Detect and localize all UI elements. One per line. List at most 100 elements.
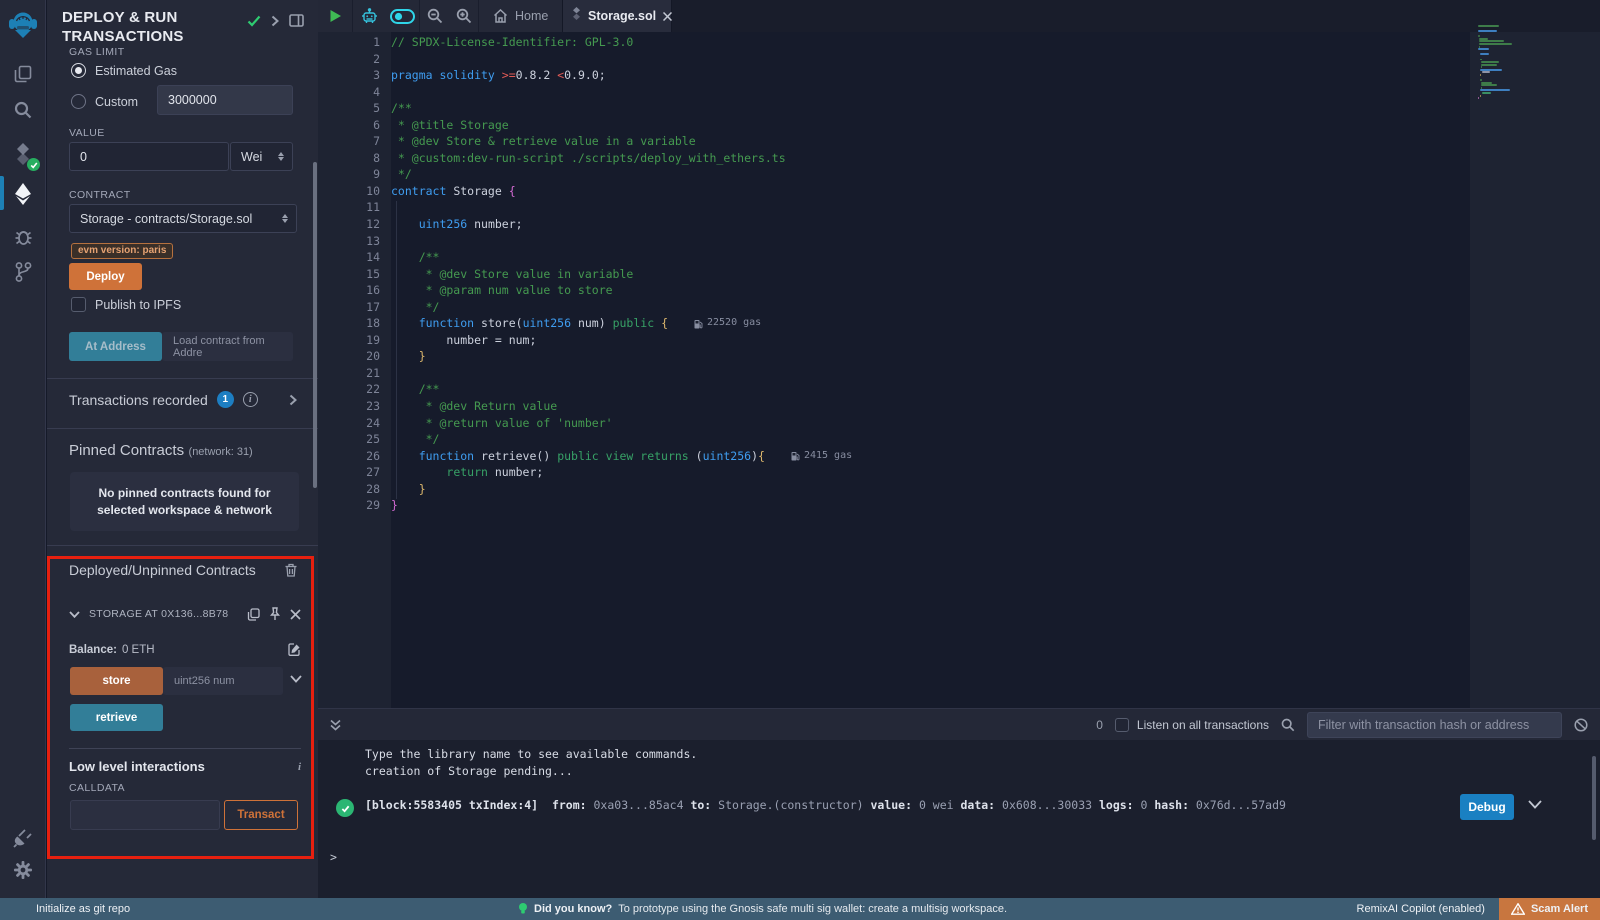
tab-storage-sol[interactable]: Storage.sol — [562, 0, 672, 32]
publish-ipfs-row[interactable]: Publish to IPFS — [71, 297, 181, 312]
estimated-gas-radio-row[interactable]: Estimated Gas — [71, 63, 177, 78]
custom-gas-radio-row[interactable]: Custom — [71, 94, 138, 109]
terminal-search-icon[interactable] — [1281, 718, 1295, 732]
low-level-info-icon[interactable]: i — [298, 761, 301, 773]
expand-log-icon[interactable] — [1528, 800, 1542, 809]
code-line[interactable]: pragma solidity >=0.8.2 <0.9.0; — [391, 67, 606, 84]
estimated-gas-radio[interactable] — [71, 63, 86, 78]
code-line[interactable]: number = num; — [391, 332, 536, 349]
transact-button[interactable]: Transact — [224, 800, 298, 830]
code-line[interactable]: // SPDX-License-Identifier: GPL-3.0 — [391, 34, 633, 51]
custom-gas-radio[interactable] — [71, 94, 86, 109]
close-contract-icon[interactable] — [290, 609, 301, 620]
code-line[interactable]: * @title Storage — [391, 117, 509, 134]
clear-console-icon[interactable] — [1574, 718, 1588, 732]
at-address-button[interactable]: At Address — [69, 332, 162, 361]
deploy-button[interactable]: Deploy — [69, 263, 142, 290]
code-line[interactable]: * @dev Return value — [391, 398, 557, 415]
listen-label: Listen on all transactions — [1137, 718, 1269, 732]
contract-select[interactable]: Storage - contracts/Storage.sol — [69, 204, 297, 233]
store-arg-input[interactable]: uint256 num — [163, 667, 283, 695]
minimap[interactable] — [1478, 25, 1553, 100]
line-number: 3 — [318, 67, 391, 84]
publish-ipfs-checkbox[interactable] — [71, 297, 86, 312]
code-line[interactable]: /** — [391, 249, 439, 266]
code-line[interactable]: function store(uint256 num) public {2252… — [391, 315, 761, 332]
solidity-compiler-icon[interactable] — [0, 136, 46, 172]
store-button[interactable]: store — [70, 667, 163, 695]
code-line[interactable]: contract Storage { — [391, 183, 516, 200]
debug-button[interactable]: Debug — [1460, 794, 1514, 820]
run-script-icon[interactable] — [318, 9, 352, 23]
git-init-button[interactable]: Initialize as git repo — [36, 903, 130, 915]
code-line[interactable]: } — [391, 497, 398, 514]
chevron-right-icon[interactable] — [271, 15, 279, 27]
copilot-toggle[interactable] — [385, 9, 419, 24]
deployed-contract-accordion[interactable]: STORAGE AT 0X136...8B78 — [69, 607, 301, 621]
code-line[interactable]: return number; — [391, 464, 543, 481]
value-unit-select[interactable]: Wei — [230, 142, 293, 171]
pin-contract-icon[interactable] — [269, 607, 281, 621]
code-line[interactable]: * @dev Store & retrieve value in a varia… — [391, 133, 696, 150]
remix-ai-robot-icon[interactable] — [353, 8, 385, 25]
transaction-log-row[interactable]: [block:5583405 txIndex:4] from: 0xa03...… — [318, 798, 1600, 812]
filter-input[interactable]: Filter with transaction hash or address — [1307, 712, 1562, 738]
code-line[interactable]: * @dev Store value in variable — [391, 266, 633, 283]
plug-icon[interactable] — [0, 820, 46, 856]
line-number: 7 — [318, 133, 391, 150]
home-icon[interactable] — [485, 9, 515, 23]
calldata-input[interactable] — [70, 800, 220, 830]
listen-checkbox[interactable] — [1115, 718, 1129, 732]
custom-gas-input[interactable]: 3000000 — [157, 85, 293, 115]
editor-region: Home Storage.sol 1// SPDX-License-Identi… — [318, 0, 1600, 708]
copilot-status[interactable]: RemixAI Copilot (enabled) — [1357, 903, 1485, 915]
editor-tabbar: Home Storage.sol — [318, 0, 1600, 32]
code-line[interactable]: function retrieve() public view returns … — [391, 448, 852, 465]
edit-balance-icon[interactable] — [288, 643, 301, 656]
transactions-recorded-row[interactable]: Transactions recorded 1 i — [69, 391, 297, 408]
terminal-body[interactable]: Type the library name to see available c… — [318, 740, 1600, 898]
code-lines[interactable]: 1// SPDX-License-Identifier: GPL-3.023pr… — [318, 32, 1470, 514]
code-line[interactable]: */ — [391, 431, 439, 448]
code-line[interactable]: * @custom:dev-run-script ./scripts/deplo… — [391, 150, 786, 167]
code-line[interactable]: * @return value of 'number' — [391, 415, 613, 432]
plugin-manager-icon[interactable] — [0, 254, 46, 290]
terminal-scrollbar[interactable] — [1592, 756, 1596, 840]
pin-panel-icon[interactable] — [289, 14, 304, 27]
code-line[interactable]: /** — [391, 381, 439, 398]
panel-scrollbar[interactable] — [313, 162, 317, 488]
home-tab-label[interactable]: Home — [515, 9, 548, 23]
code-line[interactable]: uint256 number; — [391, 216, 523, 233]
zoom-in-icon[interactable] — [450, 8, 478, 24]
settings-gear-icon[interactable] — [0, 852, 46, 888]
terminal: 0 Listen on all transactions Filter with… — [318, 708, 1600, 898]
code-line[interactable]: */ — [391, 166, 412, 183]
debugger-icon[interactable] — [0, 218, 46, 254]
zoom-out-icon[interactable] — [420, 8, 450, 24]
trash-icon[interactable] — [285, 563, 297, 577]
code-line[interactable]: * @param num value to store — [391, 282, 613, 299]
retrieve-button[interactable]: retrieve — [70, 704, 163, 731]
pinned-contracts-title: Pinned Contracts (network: 31) — [69, 442, 253, 460]
close-tab-icon[interactable] — [663, 12, 672, 21]
code-line[interactable]: /** — [391, 100, 412, 117]
remix-logo[interactable] — [0, 6, 46, 44]
code-line[interactable]: */ — [391, 299, 439, 316]
contract-label: CONTRACT — [69, 189, 131, 201]
at-address-input[interactable]: Load contract from Addre — [162, 332, 293, 361]
value-input[interactable]: 0 — [69, 142, 229, 171]
balance-row: Balance: 0 ETH — [69, 643, 301, 656]
deploy-run-icon[interactable] — [0, 176, 46, 212]
transactions-expand-icon[interactable] — [289, 394, 297, 406]
did-you-know-tip: Did you know? To prototype using the Gno… — [518, 902, 1007, 916]
expand-args-icon[interactable] — [290, 675, 302, 683]
collapse-terminal-icon[interactable] — [330, 719, 341, 731]
transactions-info-icon[interactable]: i — [243, 392, 258, 407]
file-explorer-icon[interactable] — [0, 56, 46, 92]
terminal-prompt[interactable]: > — [330, 850, 337, 864]
scam-alert-button[interactable]: Scam Alert — [1499, 898, 1600, 920]
copy-address-icon[interactable] — [247, 608, 260, 621]
chevron-down-icon[interactable] — [69, 611, 80, 618]
at-address-placeholder: Load contract from Addre — [173, 335, 282, 359]
search-icon[interactable] — [0, 92, 46, 128]
